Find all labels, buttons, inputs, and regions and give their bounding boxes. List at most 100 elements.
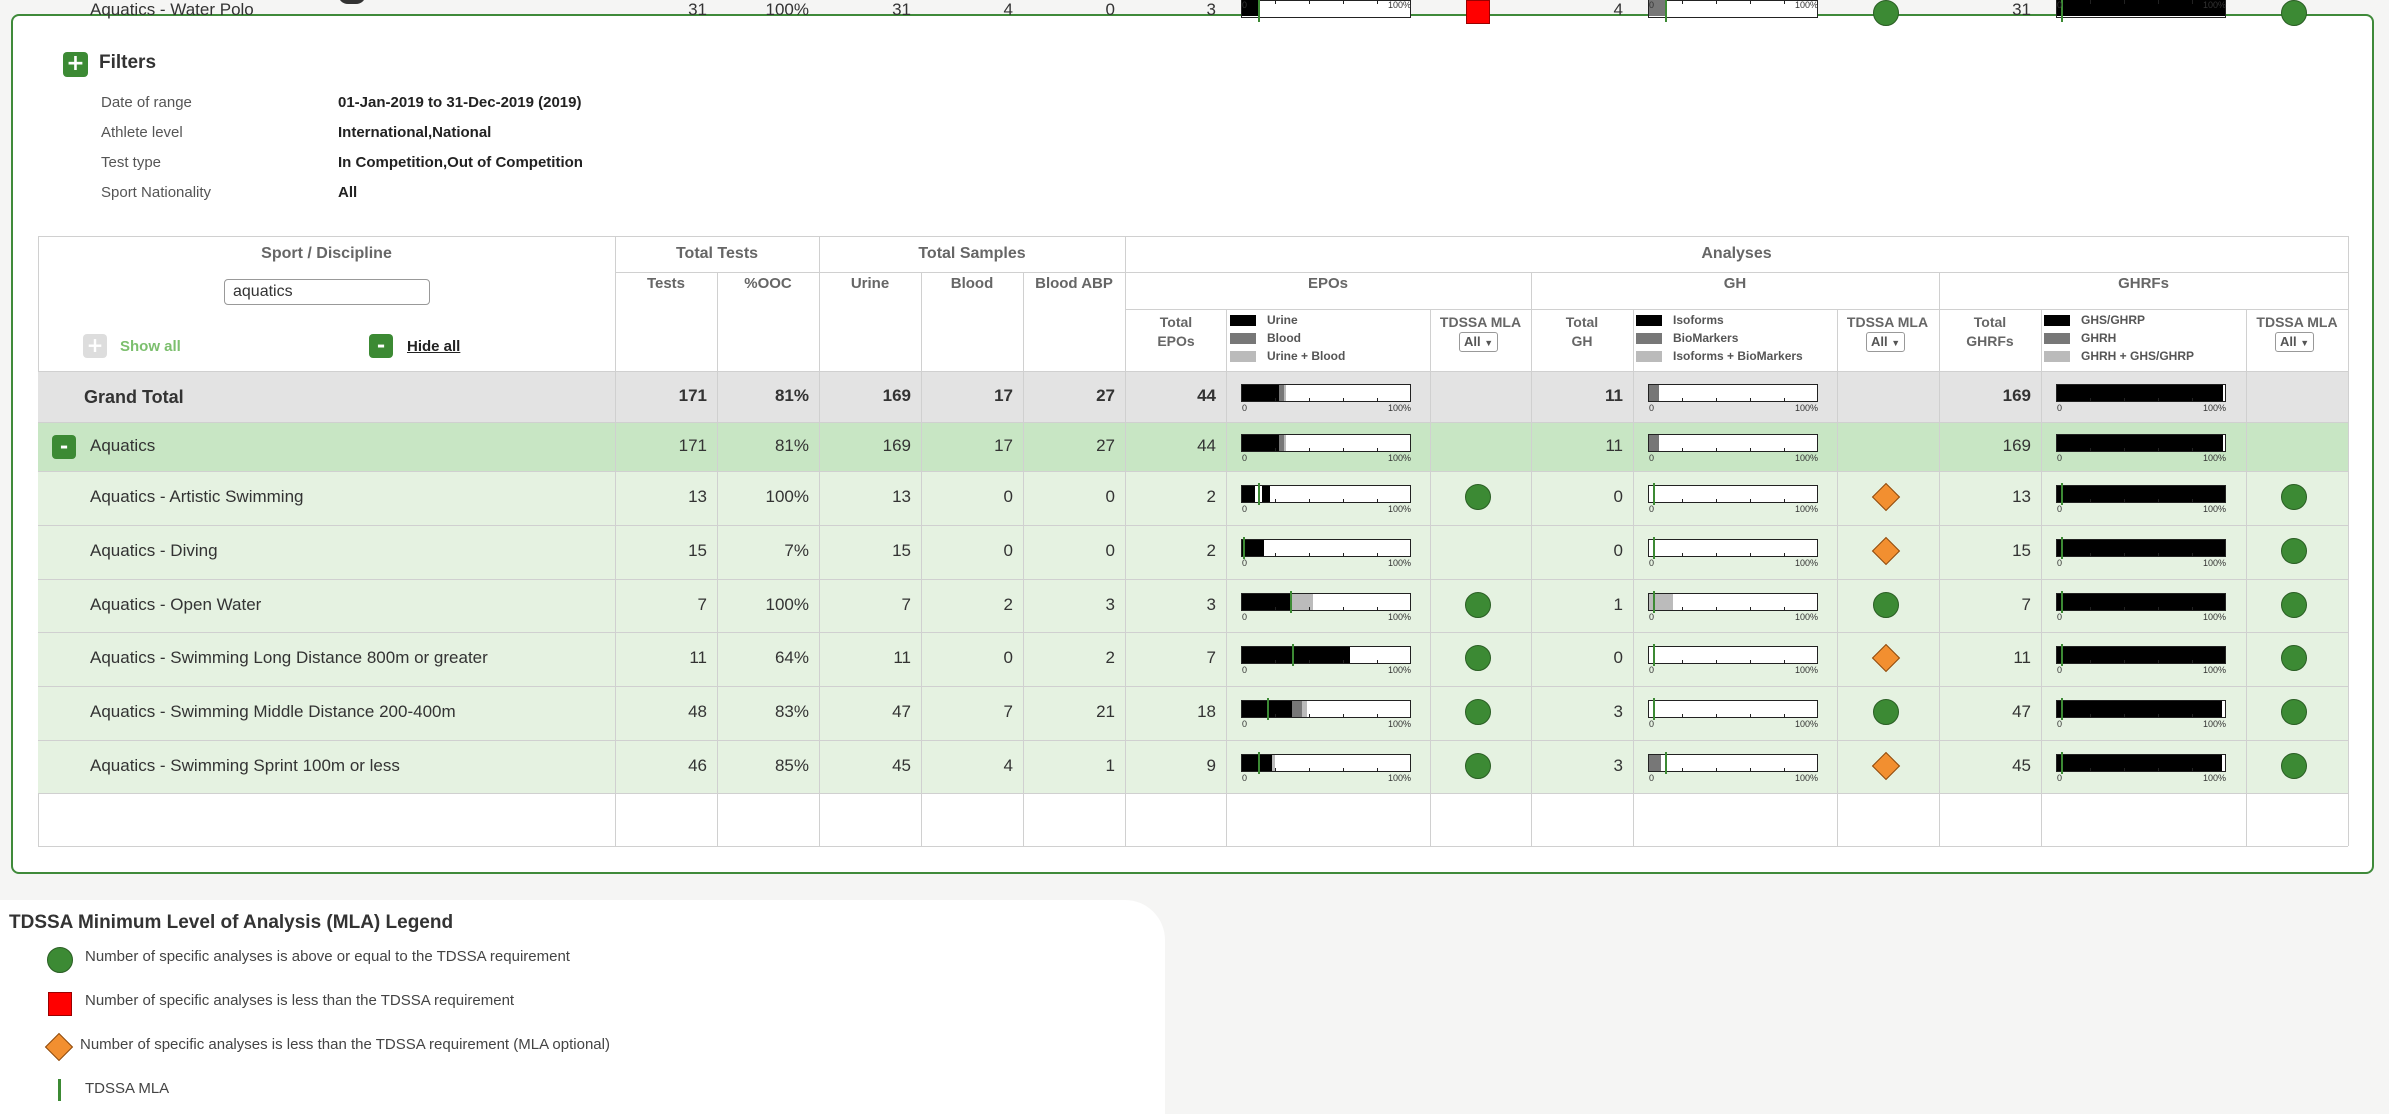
epo-bar-segment xyxy=(1262,486,1270,502)
bar-tick xyxy=(2192,714,2193,718)
gh-bar-segment xyxy=(1649,754,1661,771)
bar-min-label: 0 xyxy=(2057,0,2063,10)
legend-swatch-gh-0 xyxy=(1636,315,1662,326)
table-row xyxy=(38,793,2348,794)
bar-tick xyxy=(2158,767,2159,772)
sport-search-input[interactable] xyxy=(224,279,430,305)
cell-tests: 171 xyxy=(678,435,707,455)
bar-tick xyxy=(1750,767,1751,772)
cell-urine: 31 xyxy=(892,0,911,19)
tdssa-epos-select[interactable]: All ▼ xyxy=(1459,332,1499,352)
bar-tick xyxy=(1716,447,1717,452)
bar-max-label: 100% xyxy=(1794,0,1818,10)
bar-tick xyxy=(1784,0,1785,4)
bar-tick xyxy=(1309,660,1310,664)
cell-blood: 0 xyxy=(1003,487,1013,506)
tdssa-gh-select[interactable]: All ▼ xyxy=(1866,332,1906,352)
epo-bar-segment xyxy=(1242,486,1255,502)
cell-gh: 0 xyxy=(1613,648,1623,667)
cell-epos: 9 xyxy=(1206,755,1216,775)
mla-marker xyxy=(1258,483,1260,505)
bar-tick xyxy=(1309,447,1310,452)
column-divider xyxy=(717,272,718,846)
legend-label-epos-2: Urine + Blood xyxy=(1267,349,1346,363)
column-divider xyxy=(1430,309,1431,846)
legend-swatch-ghrfs-1 xyxy=(2044,333,2070,344)
legend-swatch-ghrfs-0 xyxy=(2044,315,2070,326)
bar-tick xyxy=(1682,447,1683,452)
hide-all-link[interactable]: Hide all xyxy=(407,338,460,355)
bar-tick xyxy=(1716,397,1717,402)
show-all-link[interactable]: Show all xyxy=(120,338,181,355)
filters-expand-button[interactable]: + xyxy=(63,52,88,77)
cell-tests: 15 xyxy=(688,541,707,560)
gh-bar xyxy=(1648,433,1818,452)
mla-marker xyxy=(1653,483,1655,505)
bar-tick xyxy=(1377,397,1378,402)
legend-square-icon xyxy=(48,992,72,1016)
cell-epos: 3 xyxy=(1206,594,1216,614)
bar-max-label: 100% xyxy=(2202,452,2226,463)
bar-tick xyxy=(2124,553,2125,557)
table-top-border xyxy=(38,236,2348,237)
epo-status-circle-icon xyxy=(1465,752,1491,779)
bar-tick xyxy=(1275,714,1276,718)
ghrf-status-circle-icon xyxy=(2281,591,2307,618)
filter-label-date: Date of range xyxy=(101,94,192,111)
cell-ghrfs: 7 xyxy=(2021,594,2031,614)
bar-max-label: 100% xyxy=(1387,719,1411,729)
cell-ooc: 83% xyxy=(774,702,809,721)
bar-tick xyxy=(2090,499,2091,503)
bar-tick xyxy=(1275,553,1276,557)
cell-ghrfs: 11 xyxy=(2013,648,2031,667)
bar-min-label: 0 xyxy=(1649,665,1655,675)
bar-tick xyxy=(1377,499,1378,503)
mla-legend: TDSSA Minimum Level of Analysis (MLA) Le… xyxy=(0,900,1165,1114)
bar-tick xyxy=(1682,0,1683,4)
bar-tick xyxy=(2158,0,2159,4)
gh-bar-segment xyxy=(1649,434,1659,451)
bar-tick xyxy=(1682,767,1683,772)
mla-marker xyxy=(2061,644,2063,666)
legend-label-gh-0: Isoforms xyxy=(1673,313,1724,327)
bar-max-label: 100% xyxy=(1794,402,1818,413)
legend-swatch-epos-2 xyxy=(1230,351,1256,362)
chevron-down-icon: ▼ xyxy=(1891,338,1901,348)
legend-label-ghrfs-2: GHRH + GHS/GHRP xyxy=(2081,349,2195,363)
legend-swatch-epos-1 xyxy=(1230,333,1256,344)
header-total-ghrfs: Total GHRFs xyxy=(1939,313,2041,351)
collapse-aquatics-button[interactable]: - xyxy=(52,434,76,459)
bar-max-label: 100% xyxy=(1794,452,1818,463)
cell-blood: 2 xyxy=(1003,594,1013,614)
bar-min-label: 0 xyxy=(2057,402,2063,413)
cell-urine: 7 xyxy=(901,594,911,614)
bar-min-label: 0 xyxy=(1649,611,1655,622)
bar-tick xyxy=(1682,714,1683,718)
mla-marker xyxy=(2061,537,2063,559)
bar-tick xyxy=(1784,447,1785,452)
bar-tick xyxy=(1682,397,1683,402)
header-total-ghrfs-line1: Total xyxy=(1973,314,2007,330)
mla-marker xyxy=(1243,537,1245,559)
column-divider xyxy=(1531,272,1532,846)
header-total-ghrfs-line2: GHRFs xyxy=(1966,333,2014,349)
header-total-gh-line1: Total xyxy=(1565,314,1599,330)
epo-bar-segment xyxy=(1242,593,1291,610)
gh-bar xyxy=(1648,592,1818,611)
cell-blood: 17 xyxy=(994,385,1013,405)
bar-tick xyxy=(1309,714,1310,718)
header-total-gh: Total GH xyxy=(1531,313,1633,351)
bar-min-label: 0 xyxy=(1649,452,1655,463)
gh-status-circle-icon xyxy=(1873,699,1899,725)
bar-tick xyxy=(1682,660,1683,664)
show-all-icon[interactable]: + xyxy=(83,334,107,358)
bar-tick xyxy=(2158,660,2159,664)
bar-tick xyxy=(1343,553,1344,557)
hide-all-icon[interactable]: - xyxy=(369,334,393,358)
cell-blood: 0 xyxy=(1003,648,1013,667)
tdssa-ghrfs-select[interactable]: All ▼ xyxy=(2275,332,2315,352)
bar-tick xyxy=(1309,606,1310,611)
header-divider-1 xyxy=(615,272,2348,273)
bar-tick xyxy=(1716,0,1717,4)
cell-ooc: 81% xyxy=(774,385,809,405)
